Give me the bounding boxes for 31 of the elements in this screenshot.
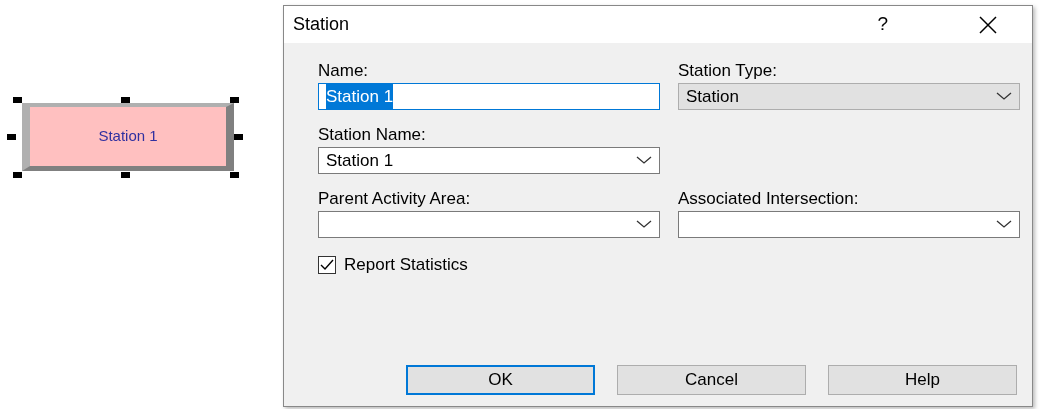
help-button[interactable]: ? xyxy=(877,10,888,39)
field-label: Parent Activity Area: xyxy=(318,188,472,210)
station-block[interactable]: Station 1 xyxy=(22,103,234,171)
field-label: Station Name: xyxy=(318,124,427,146)
window-title: Station xyxy=(293,13,351,36)
checkbox-label: Report Statistics xyxy=(344,254,468,276)
selection-handle[interactable] xyxy=(230,172,239,178)
checkbox[interactable] xyxy=(318,255,336,274)
chevron-down-icon xyxy=(996,92,1012,101)
selection-handle[interactable] xyxy=(234,134,243,140)
selection-handle[interactable] xyxy=(121,97,130,103)
dropdown-field[interactable]: Station xyxy=(678,83,1020,110)
selection-handle[interactable] xyxy=(13,172,22,178)
dropdown-field[interactable] xyxy=(678,211,1020,238)
dialog-button[interactable]: OK xyxy=(406,365,595,395)
dropdown-field[interactable] xyxy=(318,211,660,238)
selection-handle[interactable] xyxy=(121,172,130,178)
selection-handle[interactable] xyxy=(13,97,22,103)
close-icon[interactable] xyxy=(978,14,998,35)
dialog-button[interactable]: Help xyxy=(828,365,1017,395)
field-label: Name: xyxy=(318,60,370,82)
selection-handle[interactable] xyxy=(230,97,239,103)
dialog-button[interactable]: Cancel xyxy=(617,365,806,395)
selection-handle[interactable] xyxy=(7,134,16,140)
chevron-down-icon xyxy=(996,220,1012,229)
dropdown-field[interactable]: Station 1 xyxy=(318,147,660,174)
field-label: Station Type: xyxy=(678,60,778,82)
text-field[interactable]: Station 1 xyxy=(318,83,660,110)
chevron-down-icon xyxy=(636,156,652,165)
chevron-down-icon xyxy=(636,220,652,229)
field-label: Associated Intersection: xyxy=(678,188,860,210)
